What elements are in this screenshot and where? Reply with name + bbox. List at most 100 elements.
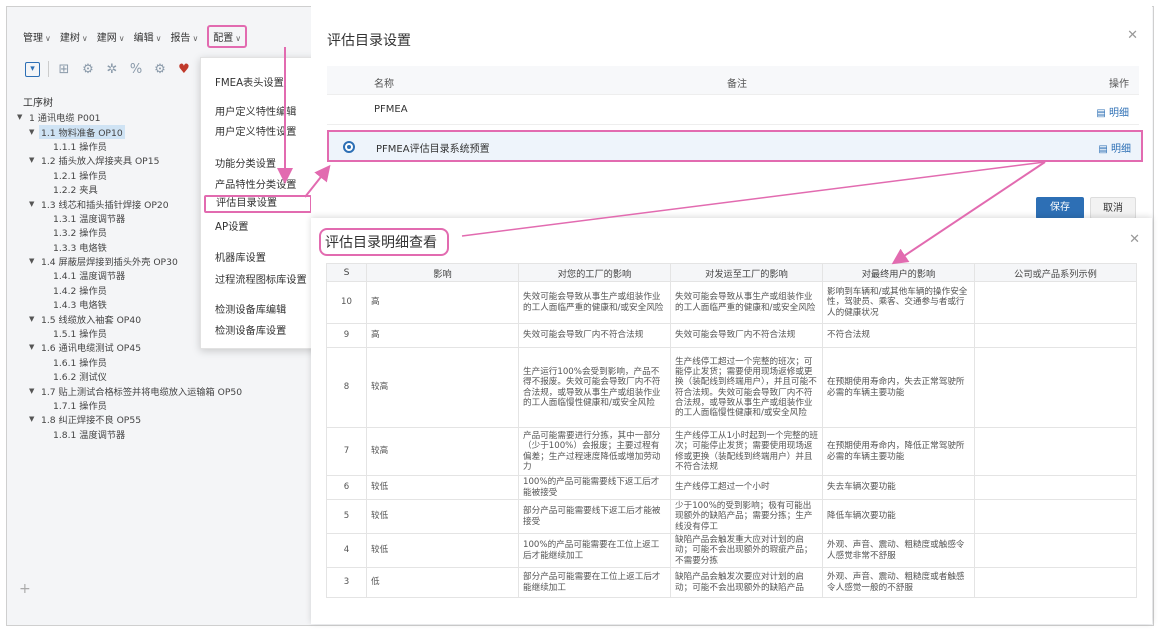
menu-build-tree[interactable]: 建树 ∨ [60, 29, 88, 44]
menu-build-net[interactable]: 建网 ∨ [97, 29, 125, 44]
tree-item-label: 1.4.2 操作员 [53, 285, 107, 297]
cell-user: 外观、声音、震动、粗糙度或者触感令人感觉一般的不舒服 [822, 567, 975, 598]
menu-build-net-label: 建网 [96, 32, 117, 44]
radio-selected[interactable] [343, 141, 355, 153]
cell-plant: 失效可能会导致从事生产或组装作业的工人面临严重的健康和/或安全风险 [518, 281, 671, 324]
save-icon[interactable]: ▾ [25, 61, 40, 77]
cell-ship: 生产线停工从1小时起到一个完整的班次；可能停止发货；需要使用现场返修或更换（装配… [670, 427, 823, 476]
dd-udf-edit[interactable]: 用户定义特性编辑 [201, 103, 317, 118]
plus-icon[interactable]: + [19, 581, 31, 597]
cell-impact: 低 [366, 567, 519, 598]
cell-plant: 100%的产品可能需要在工位上返工后才能继续加工 [518, 533, 671, 568]
dd-ap-settings[interactable]: AP设置 [201, 218, 317, 233]
tree-item-label: 1.4.1 温度调节器 [53, 271, 126, 283]
table-row[interactable]: PFMEA ▤ 明细 [327, 96, 1139, 125]
chevron-down-icon: ∨ [235, 33, 242, 43]
dd-inspection-lib-settings[interactable]: 检测设备库设置 [201, 322, 317, 337]
dd-machine-lib[interactable]: 机器库设置 [201, 249, 317, 264]
cell-s: 7 [326, 427, 367, 476]
cell-s: 6 [326, 475, 367, 500]
table-row: 10 高失效可能会导致从事生产或组装作业的工人面临严重的健康和/或安全风险 失效可能… [326, 281, 1137, 324]
cell-s: 3 [326, 567, 367, 598]
dd-flowchart-icon-lib[interactable]: 过程流程图标库设置 [201, 271, 317, 286]
caret-down-icon[interactable]: ▼ [29, 156, 39, 164]
menu-config-label: 配置 [213, 32, 234, 44]
caret-down-icon[interactable]: ▼ [29, 343, 39, 351]
structure-icon[interactable]: ⊞ [55, 60, 73, 78]
tree-item-label: 1.1.1 操作员 [53, 141, 107, 153]
config-dropdown: FMEA表头设置 用户定义特性编辑 用户定义特性设置 功能分类设置 产品特性分类… [200, 57, 318, 349]
cell-s: 9 [326, 323, 367, 348]
close-icon[interactable]: ✕ [1129, 232, 1140, 247]
tree-item[interactable]: ▼ 1.8 纠正焊接不良 OP55 [17, 412, 307, 426]
tree-title: 工序树 [23, 98, 53, 109]
list-icon: ▤ [1098, 144, 1111, 155]
caret-down-icon[interactable]: ▼ [29, 315, 39, 323]
th-user: 对最终用户的影响 [822, 263, 975, 282]
menu-manage[interactable]: 管理 ∨ [23, 29, 51, 44]
dd-product-char-category[interactable]: 产品特性分类设置 [201, 176, 317, 191]
caret-down-icon[interactable]: ▼ [29, 128, 39, 136]
menu-report-label: 报告 [170, 32, 191, 44]
dd-inspection-lib-edit[interactable]: 检测设备库编辑 [201, 301, 317, 316]
tree-item-label: 1.8.1 温度调节器 [53, 429, 126, 441]
tree-item[interactable]: 1.6.1 操作员 [17, 355, 307, 369]
caret-down-icon[interactable]: ▼ [29, 415, 39, 423]
cell-s: 5 [326, 499, 367, 534]
heart-icon[interactable]: ♥ [175, 60, 193, 78]
link-icon[interactable]: % [127, 60, 145, 78]
detail-link[interactable]: ▤ 明细 [1096, 104, 1129, 119]
asterisk-icon[interactable]: ✲ [103, 60, 121, 78]
gear-icon[interactable]: ⚙ [79, 60, 97, 78]
save-button[interactable]: 保存 [1036, 197, 1084, 219]
detail-link[interactable]: ▤ 明细 [1098, 140, 1131, 155]
caret-down-icon[interactable]: ▼ [17, 113, 27, 121]
cell-user: 不符合法规 [822, 323, 975, 348]
cell-ship: 缺陷产品会触发次要应对计划的启动；可能不会出现额外的缺陷产品 [670, 567, 823, 598]
table-header-row: S 影响 对您的工厂的影响 对发运至工厂的影响 对最终用户的影响 公司或产品系列… [326, 263, 1137, 282]
menu-build-tree-label: 建树 [59, 32, 80, 44]
cell-impact: 较低 [366, 499, 519, 534]
cancel-button[interactable]: 取消 [1090, 197, 1136, 219]
cell-impact: 高 [366, 323, 519, 348]
caret-down-icon[interactable]: ▼ [29, 200, 39, 208]
dd-fmea-header[interactable]: FMEA表头设置 [201, 74, 317, 89]
settings-icon[interactable]: ⚙ [151, 60, 169, 78]
cell-example [974, 533, 1137, 568]
menu-report[interactable]: 报告 ∨ [170, 29, 198, 44]
tree-item-label: 1.3.3 电烙铁 [53, 242, 107, 254]
tree-item-label: 1.1 物料准备 OP10 [39, 124, 125, 139]
close-icon[interactable]: ✕ [1127, 28, 1138, 43]
menubar: 管理 ∨ 建树 ∨ 建网 ∨ 编辑 ∨ 报告 ∨ 配置 ∨ [7, 24, 312, 48]
tree-item[interactable]: ▼ 1.7 贴上测试合格标签并将电缆放入运输箱 OP50 [17, 383, 307, 398]
caret-down-icon[interactable]: ▼ [29, 257, 39, 265]
tree-item[interactable]: 1.8.1 温度调节器 [17, 427, 307, 441]
cell-example [974, 281, 1137, 324]
table-row-selected[interactable]: PFMEA评估目录系统预置 ▤ 明细 [327, 130, 1143, 162]
tree-item[interactable]: 1.7.1 操作员 [17, 398, 307, 412]
cell-ship: 失效可能会导致从事生产或组装作业的工人面临严重的健康和/或安全风险 [670, 281, 823, 324]
chevron-down-icon: ∨ [155, 33, 162, 43]
detail-link-label: 明细 [1111, 144, 1131, 155]
menu-config[interactable]: 配置 ∨ [207, 24, 248, 48]
table-row: 4 较低 100%的产品可能需要在工位上返工后才能继续加工 缺陷产品会触发重大应对计划… [326, 533, 1137, 568]
dd-eval-catalog[interactable]: 评估目录设置 [204, 195, 312, 213]
toolbar: ▾ ⊞ ⚙ ✲ % ⚙ ♥ [25, 59, 199, 79]
caret-down-icon[interactable]: ▼ [29, 387, 39, 395]
severity-table-body: 10 高失效可能会导致从事生产或组装作业的工人面临严重的健康和/或安全风险 失效可能… [326, 281, 1137, 598]
cell-example [974, 475, 1137, 500]
dd-udf-settings[interactable]: 用户定义特性设置 [201, 123, 317, 138]
cell-ship: 生产线停工超过一个小时 [670, 475, 823, 500]
menu-edit[interactable]: 编辑 ∨ [134, 29, 162, 44]
cell-s: 10 [326, 281, 367, 324]
cell-example [974, 427, 1137, 476]
cell-plant: 部分产品可能需要线下返工后才能被接受 [518, 499, 671, 534]
tree-item[interactable]: 1.6.2 测试仪 [17, 369, 307, 383]
dd-function-category[interactable]: 功能分类设置 [201, 155, 317, 170]
cell-plant: 100%的产品可能需要线下返工后才能被接受 [518, 475, 671, 500]
cell-s: 8 [326, 347, 367, 428]
th-plant: 对您的工厂的影响 [518, 263, 671, 282]
cell-ship: 少于100%的受到影响；极有可能出现额外的缺陷产品；需要分拣；生产线没有停工 [670, 499, 823, 534]
table-row: 6 较低 100%的产品可能需要线下返工后才能被接受 生产线停工超过一个小时 失去车辆次… [326, 475, 1137, 500]
table-row: 3 低部分产品可能需要在工位上返工后才能继续加工 缺陷产品会触发次要应对计划的启动；… [326, 567, 1137, 598]
